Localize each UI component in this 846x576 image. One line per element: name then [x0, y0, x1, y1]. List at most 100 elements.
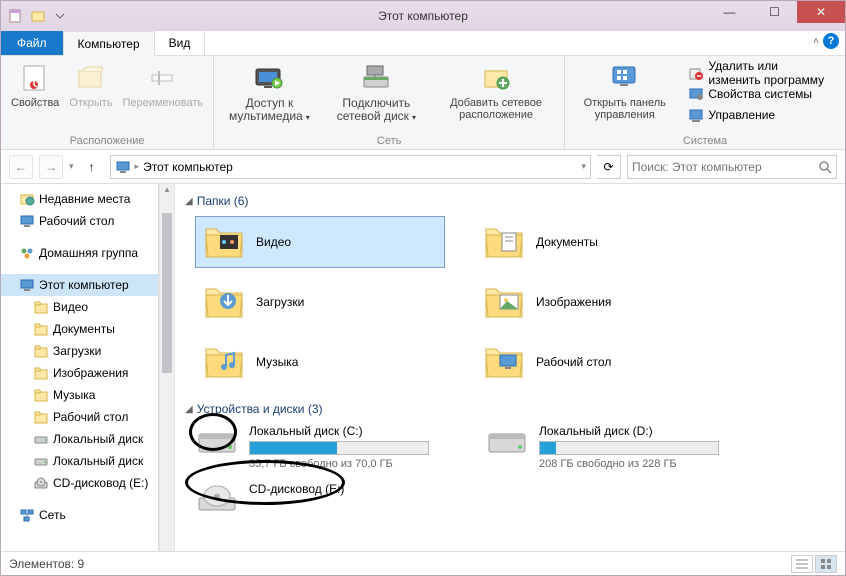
folder-icon	[33, 321, 49, 337]
sidebar-item[interactable]: Локальный диск	[1, 450, 158, 472]
search-box[interactable]	[627, 155, 837, 179]
sidebar-item-label: Сеть	[39, 508, 66, 522]
rename-button[interactable]: Переименовать	[119, 59, 208, 111]
sidebar-item[interactable]: Локальный диск	[1, 428, 158, 450]
folders-header[interactable]: ◢ Папки (6)	[185, 194, 835, 208]
drive-name: Локальный диск (D:)	[539, 424, 745, 438]
control-panel-button[interactable]: Открыть панель управления	[571, 59, 678, 123]
expand-icon: ◢	[185, 404, 193, 415]
drives-header[interactable]: ◢ Устройства и диски (3)	[185, 402, 835, 416]
properties-icon[interactable]	[7, 7, 25, 25]
add-network-icon	[479, 61, 513, 95]
drive-item[interactable]: Локальный диск (C:)35,7 ГБ свободно из 7…	[195, 424, 455, 470]
sidebar-item[interactable]: Загрузки	[1, 340, 158, 362]
drive-icon	[33, 431, 49, 447]
sidebar-item-label: CD-дисковод (E:)	[53, 476, 148, 490]
folder-item[interactable]: Изображения	[475, 276, 725, 328]
uninstall-programs-button[interactable]: Удалить или изменить программу	[688, 63, 831, 83]
folder-label: Рабочий стол	[536, 355, 611, 369]
sidebar-item[interactable]: Домашняя группа	[1, 242, 158, 264]
main-pane: ◢ Папки (6) Видео Документы Загрузки Изобра…	[175, 184, 845, 551]
folder-icon	[482, 343, 526, 381]
sidebar-scrollbar[interactable]: ▴	[159, 184, 175, 551]
minimize-button[interactable]: —	[707, 1, 752, 23]
computer-icon	[115, 159, 131, 175]
forward-button[interactable]: →	[39, 155, 63, 179]
drive-name: CD-дисковод (E:)	[249, 482, 455, 496]
sidebar-item[interactable]: Документы	[1, 318, 158, 340]
sidebar-item-label: Видео	[53, 300, 88, 314]
manage-button[interactable]: Управление	[688, 105, 831, 125]
folder-icon	[482, 223, 526, 261]
drive-icon	[195, 482, 239, 516]
drive-item[interactable]: CD-дисковод (E:)	[195, 482, 455, 516]
sidebar-item-label: Домашняя группа	[39, 246, 138, 260]
back-button[interactable]: ←	[9, 155, 33, 179]
new-folder-icon[interactable]	[29, 7, 47, 25]
sidebar-item[interactable]: Рабочий стол	[1, 210, 158, 232]
folder-icon	[482, 283, 526, 321]
icons-view-button[interactable]	[815, 555, 837, 573]
sidebar-item[interactable]: Сеть	[1, 504, 158, 526]
qat-dropdown-icon[interactable]	[51, 7, 69, 25]
sidebar-item[interactable]: Рабочий стол	[1, 406, 158, 428]
sidebar-item[interactable]: Музыка	[1, 384, 158, 406]
search-input[interactable]	[632, 160, 814, 174]
details-view-button[interactable]	[791, 555, 813, 573]
system-properties-button[interactable]: Свойства системы	[688, 84, 831, 104]
cd-icon	[33, 475, 49, 491]
menubar: Файл Компьютер Вид ˄ ?	[1, 31, 845, 56]
folder-label: Загрузки	[256, 295, 304, 309]
breadcrumb[interactable]: ▸ Этот компьютер ▾	[110, 155, 591, 179]
network-drive-icon	[359, 61, 393, 95]
drive-item[interactable]: Локальный диск (D:) 208 ГБ свободно из 22…	[485, 424, 745, 470]
capacity-bar	[539, 441, 719, 455]
folder-item[interactable]: Рабочий стол	[475, 336, 725, 388]
sidebar-item-label: Музыка	[53, 388, 95, 402]
open-button[interactable]: Открыть	[65, 59, 116, 111]
ribbon: Свойства Открыть Переименовать Расположе…	[1, 56, 845, 150]
maximize-button[interactable]: ☐	[752, 1, 797, 23]
folder-icon	[202, 223, 246, 261]
sidebar-item-label: Локальный диск	[53, 454, 143, 468]
folder-item[interactable]: Документы	[475, 216, 725, 268]
sidebar-item[interactable]: Изображения	[1, 362, 158, 384]
folder-icon	[202, 343, 246, 381]
media-icon	[252, 61, 286, 95]
rename-icon	[146, 61, 180, 95]
folder-item[interactable]: Видео	[195, 216, 445, 268]
sidebar-item[interactable]: CD-дисковод (E:)	[1, 472, 158, 494]
folder-icon	[33, 365, 49, 381]
ribbon-collapse-icon[interactable]: ˄	[813, 36, 819, 47]
search-icon[interactable]	[818, 160, 832, 174]
folder-item[interactable]: Загрузки	[195, 276, 445, 328]
network-icon	[19, 507, 35, 523]
history-dropdown-icon[interactable]: ▾	[69, 161, 74, 172]
map-drive-button[interactable]: Подключить сетевой диск ▾	[321, 59, 432, 125]
close-button[interactable]: ✕	[797, 1, 845, 23]
item-count: Элементов: 9	[9, 557, 84, 571]
up-button[interactable]: ↑	[80, 155, 104, 179]
help-icon[interactable]: ?	[823, 33, 839, 49]
computer-icon	[19, 277, 35, 293]
sidebar-item[interactable]: Видео	[1, 296, 158, 318]
statusbar: Элементов: 9	[1, 551, 845, 575]
folder-item[interactable]: Музыка	[195, 336, 445, 388]
folder-label: Музыка	[256, 355, 298, 369]
add-network-location-button[interactable]: Добавить сетевое расположение	[434, 59, 558, 123]
recent-icon	[19, 191, 35, 207]
tab-computer[interactable]: Компьютер	[63, 31, 155, 56]
properties-button[interactable]: Свойства	[7, 59, 63, 111]
sidebar-item[interactable]: Недавние места	[1, 188, 158, 210]
navbar: ← → ▾ ↑ ▸ Этот компьютер ▾ ⟳	[1, 150, 845, 184]
tab-view[interactable]: Вид	[155, 31, 206, 55]
desktop-icon	[19, 213, 35, 229]
drive-free-text: 208 ГБ свободно из 228 ГБ	[539, 458, 745, 470]
folder-icon	[33, 299, 49, 315]
capacity-bar	[249, 441, 429, 455]
sidebar-item[interactable]: Этот компьютер	[1, 274, 158, 296]
folder-icon	[33, 343, 49, 359]
refresh-button[interactable]: ⟳	[597, 155, 621, 179]
media-access-button[interactable]: Доступ к мультимедиа ▾	[220, 59, 319, 125]
file-menu[interactable]: Файл	[1, 31, 63, 55]
